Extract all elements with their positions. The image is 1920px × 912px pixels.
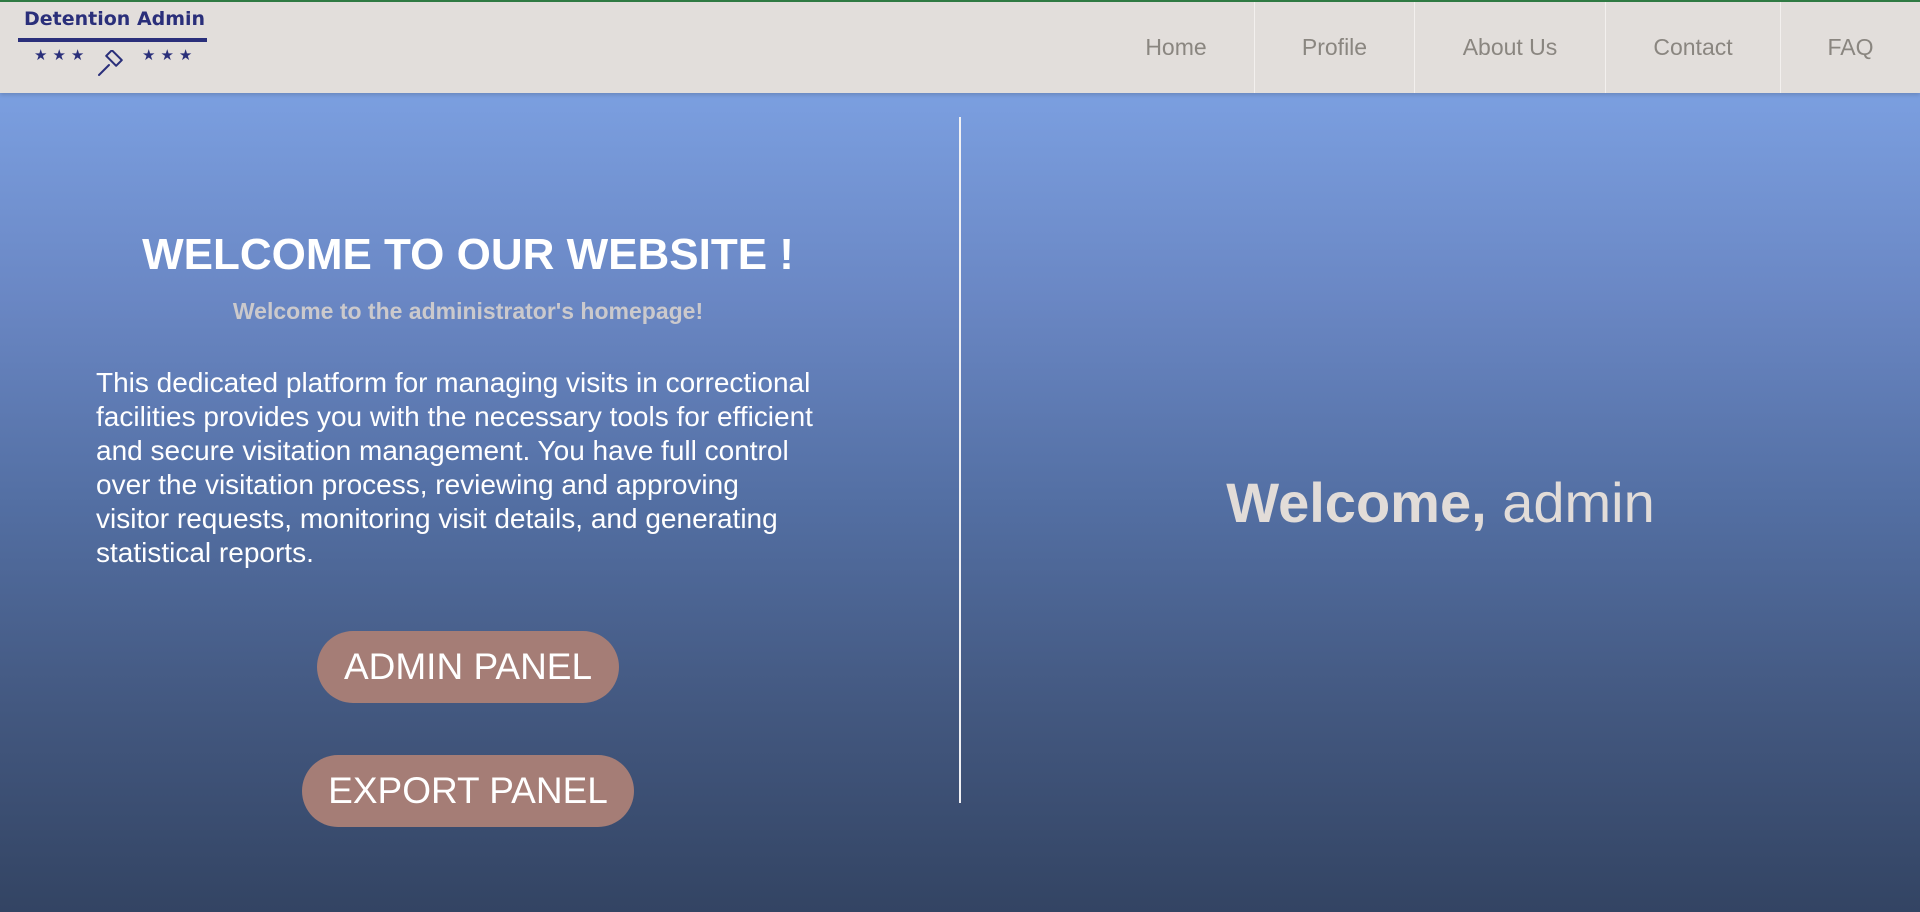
brand-name: Detention Admin xyxy=(24,8,206,30)
user-greeting: Welcome, admin xyxy=(961,470,1920,535)
welcome-subheading: Welcome to the administrator's homepage! xyxy=(232,298,704,324)
logo-stars-left: ★★★ xyxy=(34,47,90,64)
top-navbar: Detention Admin ★★★ ★★★ Home Profile Abo… xyxy=(0,0,1920,93)
nav-contact[interactable]: Contact xyxy=(1605,2,1780,93)
platform-description: This dedicated platform for managing vis… xyxy=(96,367,813,568)
main-nav: Home Profile About Us Contact FAQ xyxy=(1098,2,1920,93)
nav-faq[interactable]: FAQ xyxy=(1780,2,1920,93)
section-divider xyxy=(959,117,961,803)
greeting-username: admin xyxy=(1502,471,1655,534)
nav-profile[interactable]: Profile xyxy=(1254,2,1414,93)
nav-home[interactable]: Home xyxy=(1098,2,1254,93)
welcome-heading: WELCOME TO OUR WEBSITE ! xyxy=(142,230,794,279)
export-panel-button[interactable]: EXPORT PANEL xyxy=(302,755,634,827)
brand-logo[interactable]: Detention Admin ★★★ ★★★ xyxy=(18,6,208,86)
nav-about-us[interactable]: About Us xyxy=(1414,2,1605,93)
logo-rule xyxy=(18,38,207,42)
admin-panel-button[interactable]: ADMIN PANEL xyxy=(317,631,619,703)
greeting-prefix: Welcome, xyxy=(1226,471,1487,534)
logo-stars-right: ★★★ xyxy=(142,47,198,64)
gavel-icon xyxy=(98,50,123,76)
